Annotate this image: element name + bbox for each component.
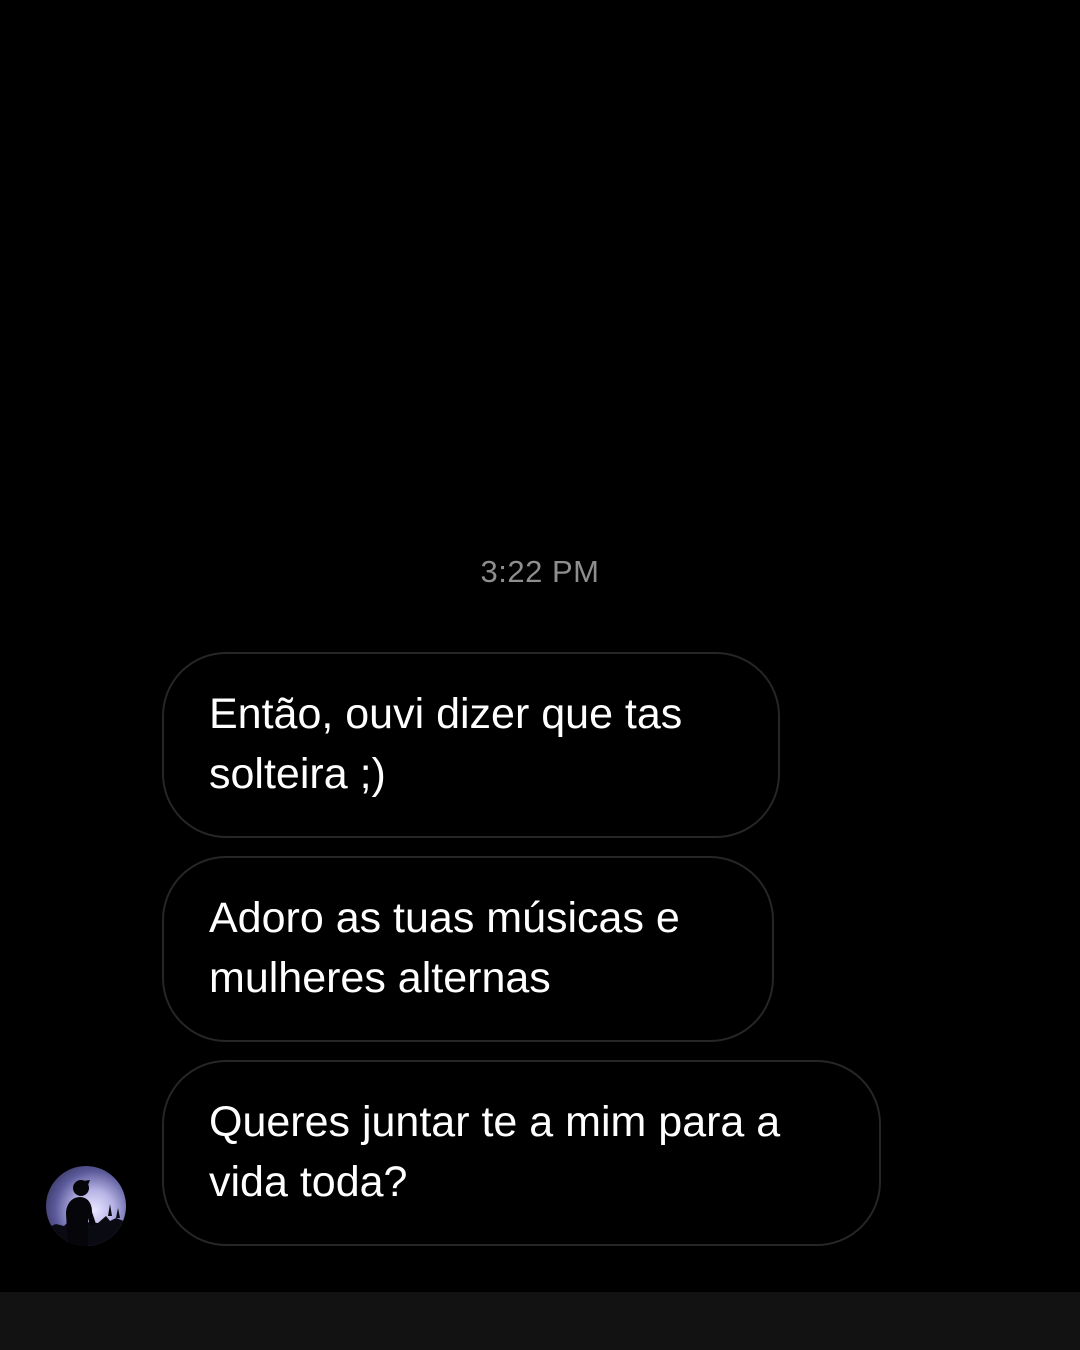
message-timestamp: 3:22 PM xyxy=(480,554,600,589)
message-text: Adoro as tuas músicas e mulheres alterna… xyxy=(209,894,680,1002)
sender-avatar[interactable] xyxy=(46,1166,126,1246)
message-text: Então, ouvi dizer que tas solteira ;) xyxy=(209,690,683,798)
person-silhouette-avatar-icon xyxy=(46,1180,126,1246)
message-bubble[interactable]: Então, ouvi dizer que tas solteira ;) xyxy=(162,652,780,838)
bottom-bar xyxy=(0,1292,1080,1350)
message-bubble[interactable]: Queres juntar te a mim para a vida toda? xyxy=(162,1060,881,1246)
message-text: Queres juntar te a mim para a vida toda? xyxy=(209,1098,781,1206)
message-bubble[interactable]: Adoro as tuas músicas e mulheres alterna… xyxy=(162,856,774,1042)
chat-thread[interactable]: 3:22 PM Então, ouvi dizer que tas soltei… xyxy=(0,0,1080,1292)
